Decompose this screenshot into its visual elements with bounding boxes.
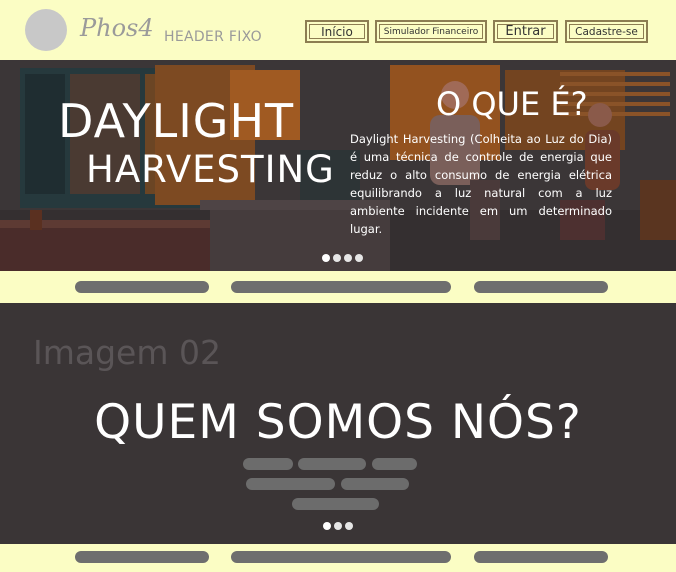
image-placeholder-label: Imagem 02 — [33, 333, 221, 372]
hero-title-line1: DAYLIGHT — [58, 94, 295, 148]
carousel-dot-1[interactable] — [323, 522, 331, 530]
header: Phos4 HEADER FIXO Início Simulador Finan… — [0, 0, 676, 60]
nav-entrar-label: Entrar — [505, 24, 546, 39]
hero-carousel: DAYLIGHT HARVESTING O QUE É? Daylight Ha… — [0, 60, 676, 271]
nav-inicio-button[interactable]: Início — [305, 20, 369, 43]
nav-cadastre-button[interactable]: Cadastre-se — [565, 20, 648, 43]
carousel-dot-1[interactable] — [322, 254, 330, 262]
header-label: HEADER FIXO — [164, 29, 262, 45]
text-placeholder — [292, 498, 379, 510]
text-placeholder — [341, 478, 409, 490]
nav-simulador-label: Simulador Financeiro — [383, 26, 479, 37]
placeholder-bar — [231, 551, 451, 563]
placeholder-bar — [231, 281, 451, 293]
hero-description: Daylight Harvesting (Colheita ao Luz do … — [350, 132, 612, 236]
nav-entrar-button[interactable]: Entrar — [493, 20, 558, 43]
carousel-dot-2[interactable] — [334, 522, 342, 530]
placeholder-bar — [474, 281, 608, 293]
text-placeholder — [246, 478, 335, 490]
nav-cadastre-label: Cadastre-se — [575, 25, 638, 38]
placeholder-bar — [474, 551, 608, 563]
brand-name[interactable]: Phos4 — [80, 14, 154, 42]
carousel-dot-2[interactable] — [333, 254, 341, 262]
logo[interactable] — [25, 9, 67, 51]
text-placeholder — [372, 458, 417, 470]
nav-inicio-label: Início — [321, 24, 353, 39]
nav-simulador-button[interactable]: Simulador Financeiro — [375, 20, 487, 43]
hero-carousel-dots — [322, 254, 363, 262]
placeholder-bar — [75, 281, 209, 293]
hero-heading: O QUE É? — [436, 85, 588, 123]
about-carousel-dots — [323, 522, 353, 530]
placeholder-bar — [75, 551, 209, 563]
carousel-dot-3[interactable] — [344, 254, 352, 262]
text-placeholder — [298, 458, 366, 470]
carousel-dot-3[interactable] — [345, 522, 353, 530]
about-title: QUEM SOMOS NÓS? — [94, 395, 582, 450]
hero-title-line2: HARVESTING — [86, 148, 335, 191]
text-placeholder — [243, 458, 293, 470]
carousel-dot-4[interactable] — [355, 254, 363, 262]
about-section: Imagem 02 QUEM SOMOS NÓS? — [0, 303, 676, 544]
